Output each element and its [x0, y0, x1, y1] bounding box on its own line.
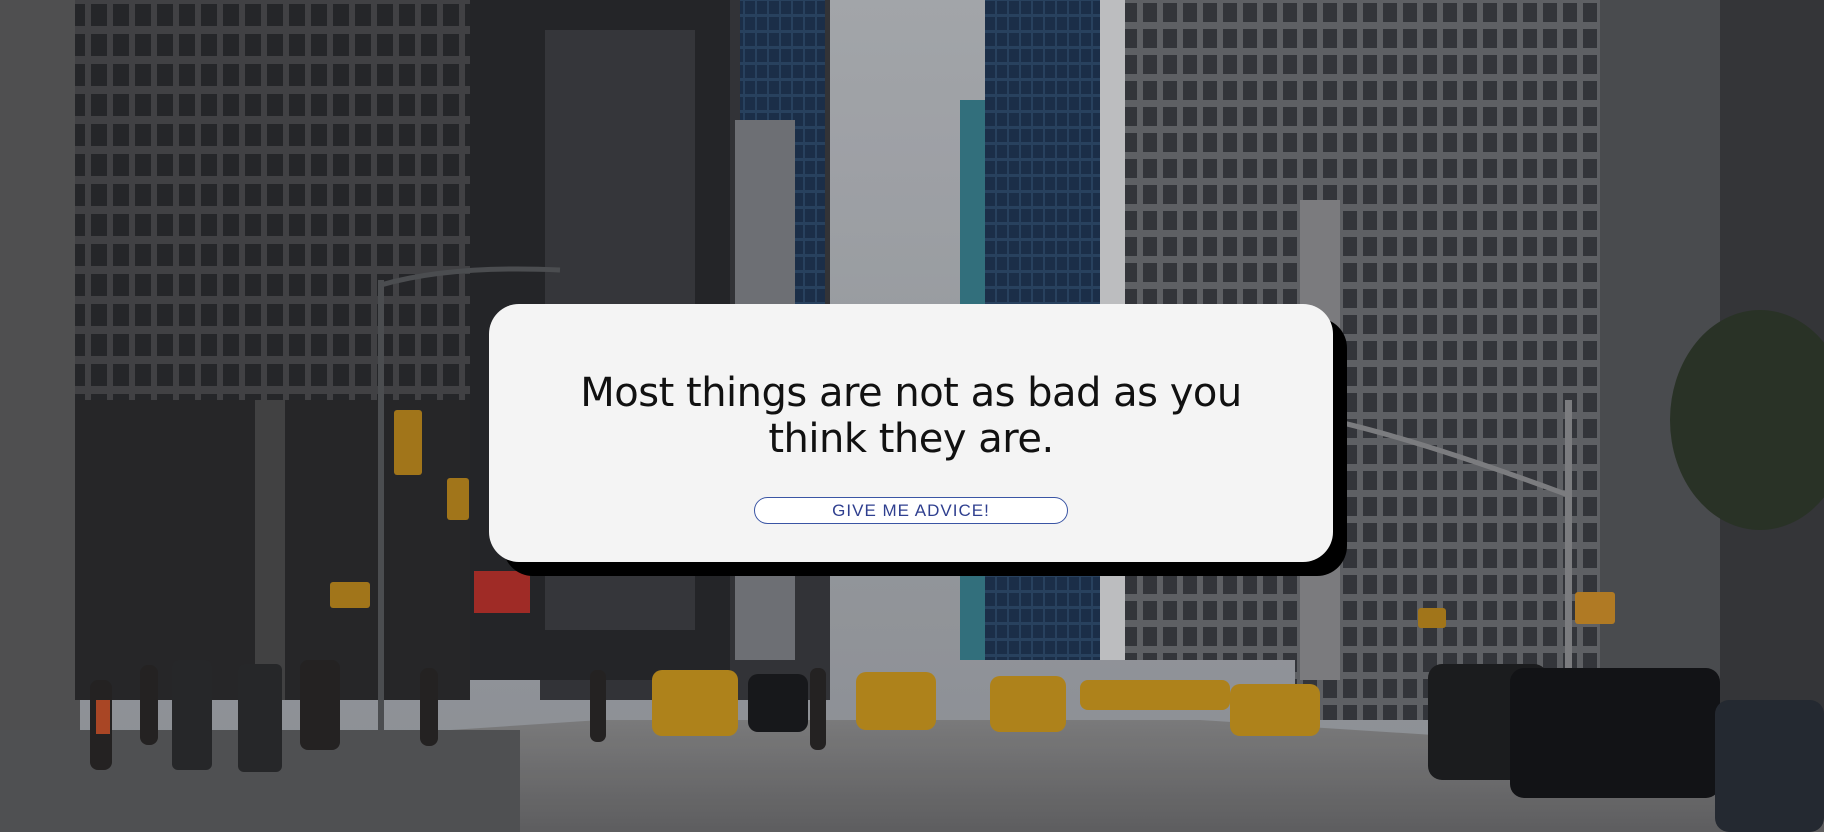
- advice-text: Most things are not as bad as you think …: [580, 370, 1242, 462]
- give-me-advice-button[interactable]: GIVE ME ADVICE!: [754, 497, 1068, 524]
- advice-card: Most things are not as bad as you think …: [489, 304, 1333, 562]
